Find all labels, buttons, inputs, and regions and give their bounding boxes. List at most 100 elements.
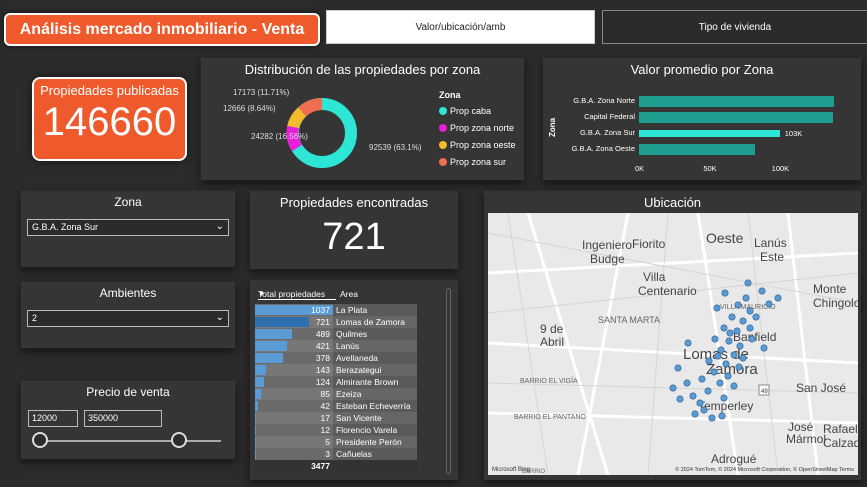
map-marker[interactable] <box>728 313 736 321</box>
map-marker[interactable] <box>683 379 691 387</box>
bar[interactable] <box>639 130 780 137</box>
map-marker[interactable] <box>708 414 716 422</box>
map-marker[interactable] <box>720 394 728 402</box>
map-marker[interactable] <box>711 335 719 343</box>
area-table: 1037 La Plata 721 Lomas de Zamora 489 Quilmes… <box>255 304 417 472</box>
map-marker[interactable] <box>718 412 726 420</box>
legend-item[interactable]: Prop zona oeste <box>439 140 516 150</box>
map-marker[interactable] <box>700 406 708 414</box>
total-cell: 3 <box>255 448 333 460</box>
map-marker[interactable] <box>705 357 713 365</box>
table-row[interactable]: 143 Berazategui <box>255 364 417 376</box>
bing-logo[interactable]: Microsoft Bing <box>492 467 530 473</box>
map-marker[interactable] <box>735 363 743 371</box>
map-marker[interactable] <box>744 279 752 287</box>
bar[interactable] <box>639 96 835 107</box>
map-marker[interactable] <box>730 351 738 359</box>
total-value: 3477 <box>255 460 333 472</box>
tab-valor-ubicacion[interactable]: Valor/ubicación/amb <box>326 10 595 44</box>
map-marker[interactable] <box>721 289 729 297</box>
legend-item[interactable]: Prop zona norte <box>439 123 516 133</box>
sort-desc-icon: ▼ <box>258 291 265 298</box>
table-row[interactable]: 1037 La Plata <box>255 304 417 316</box>
precio-max-input[interactable]: 350000 <box>84 410 162 427</box>
map-marker[interactable] <box>774 294 782 302</box>
map-marker[interactable] <box>730 382 738 390</box>
map-marker[interactable] <box>760 344 768 352</box>
table-row[interactable]: 3 Cañuelas <box>255 448 417 460</box>
map-view[interactable]: SANTA MARTA VILLA MAURICIO BARRIO EL VIG… <box>488 213 858 475</box>
zona-dropdown[interactable]: G.B.A. Zona Sur ⌄ <box>27 219 229 236</box>
map-marker[interactable] <box>676 395 684 403</box>
map-marker[interactable] <box>758 287 766 295</box>
table-scrollbar[interactable] <box>446 288 451 474</box>
map-marker[interactable] <box>734 301 742 309</box>
area-cell: Florencio Varela <box>333 424 417 436</box>
map-attribution[interactable]: © 2024 TomTom, © 2024 Microsoft Corporat… <box>675 467 854 473</box>
precio-min-input[interactable]: 12000 <box>28 410 78 427</box>
table-row[interactable]: 721 Lomas de Zamora <box>255 316 417 328</box>
total-cell: 489 <box>255 328 333 340</box>
map-marker[interactable] <box>704 387 712 395</box>
legend-label: Prop caba <box>450 106 492 116</box>
map-marker[interactable] <box>716 379 724 387</box>
dashboard-title-button[interactable]: Análisis mercado inmobiliario - Venta <box>4 13 320 46</box>
legend-item[interactable]: Prop caba <box>439 106 516 116</box>
map-marker[interactable] <box>669 384 677 392</box>
map-marker[interactable] <box>746 324 754 332</box>
bar[interactable] <box>639 112 834 123</box>
bar[interactable] <box>639 144 756 155</box>
tab-tipo-vivienda[interactable]: Tipo de vivienda <box>602 10 867 44</box>
bar-category-label: Capital Federal <box>584 112 635 121</box>
map-marker[interactable] <box>689 392 697 400</box>
map-marker[interactable] <box>698 375 706 383</box>
table-row[interactable]: 5 Presidente Perón <box>255 436 417 448</box>
map-marker[interactable] <box>696 399 704 407</box>
map-marker[interactable] <box>748 335 756 343</box>
map-marker[interactable] <box>713 304 721 312</box>
slider-min-handle[interactable] <box>32 432 48 448</box>
map-marker[interactable] <box>684 339 692 347</box>
precio-filter-panel: Precio de venta 12000 350000 <box>21 381 235 459</box>
table-row[interactable]: 17 San Vicente <box>255 412 417 424</box>
area-cell: Ezeiza <box>333 388 417 400</box>
map-marker[interactable] <box>733 327 741 335</box>
col-header-total[interactable]: Total propiedades <box>258 289 336 300</box>
table-row[interactable]: 85 Ezeiza <box>255 388 417 400</box>
map-marker[interactable] <box>691 410 699 418</box>
table-row[interactable]: 124 Almirante Brown <box>255 376 417 388</box>
svg-text:San José: San José <box>796 381 846 395</box>
table-row[interactable]: 42 Esteban Echeverría <box>255 400 417 412</box>
legend-item[interactable]: Prop zona sur <box>439 157 516 167</box>
map-marker[interactable] <box>736 342 744 350</box>
slice-oeste[interactable] <box>287 107 307 129</box>
map-marker[interactable] <box>720 324 728 332</box>
ambientes-dropdown[interactable]: 2 ⌄ <box>27 310 229 327</box>
map-marker[interactable] <box>739 317 747 325</box>
map-marker[interactable] <box>725 337 733 345</box>
map-marker[interactable] <box>714 352 722 360</box>
map-marker[interactable] <box>724 372 732 380</box>
map-marker[interactable] <box>765 300 773 308</box>
table-row[interactable]: 489 Quilmes <box>255 328 417 340</box>
map-marker[interactable] <box>742 294 750 302</box>
slider-max-handle[interactable] <box>171 432 187 448</box>
table-row[interactable]: 421 Lanús <box>255 340 417 352</box>
table-row[interactable]: 378 Avellaneda <box>255 352 417 364</box>
legend-dot <box>439 107 447 115</box>
map-marker[interactable] <box>726 329 734 337</box>
map-marker[interactable] <box>710 368 718 376</box>
map-marker[interactable] <box>746 307 754 315</box>
legend-dot <box>439 158 447 166</box>
map-marker[interactable] <box>739 354 747 362</box>
slice-sur[interactable] <box>297 98 323 117</box>
map-marker[interactable] <box>674 364 682 372</box>
map-canvas[interactable]: SANTA MARTA VILLA MAURICIO BARRIO EL VIG… <box>488 213 858 475</box>
table-row[interactable]: 12 Florencio Varela <box>255 424 417 436</box>
map-marker[interactable] <box>752 313 760 321</box>
slider-track[interactable] <box>39 440 221 442</box>
map-marker[interactable] <box>722 360 730 368</box>
col-header-area[interactable]: Area <box>340 289 358 299</box>
map-marker[interactable] <box>717 346 725 354</box>
data-bar <box>255 389 262 399</box>
